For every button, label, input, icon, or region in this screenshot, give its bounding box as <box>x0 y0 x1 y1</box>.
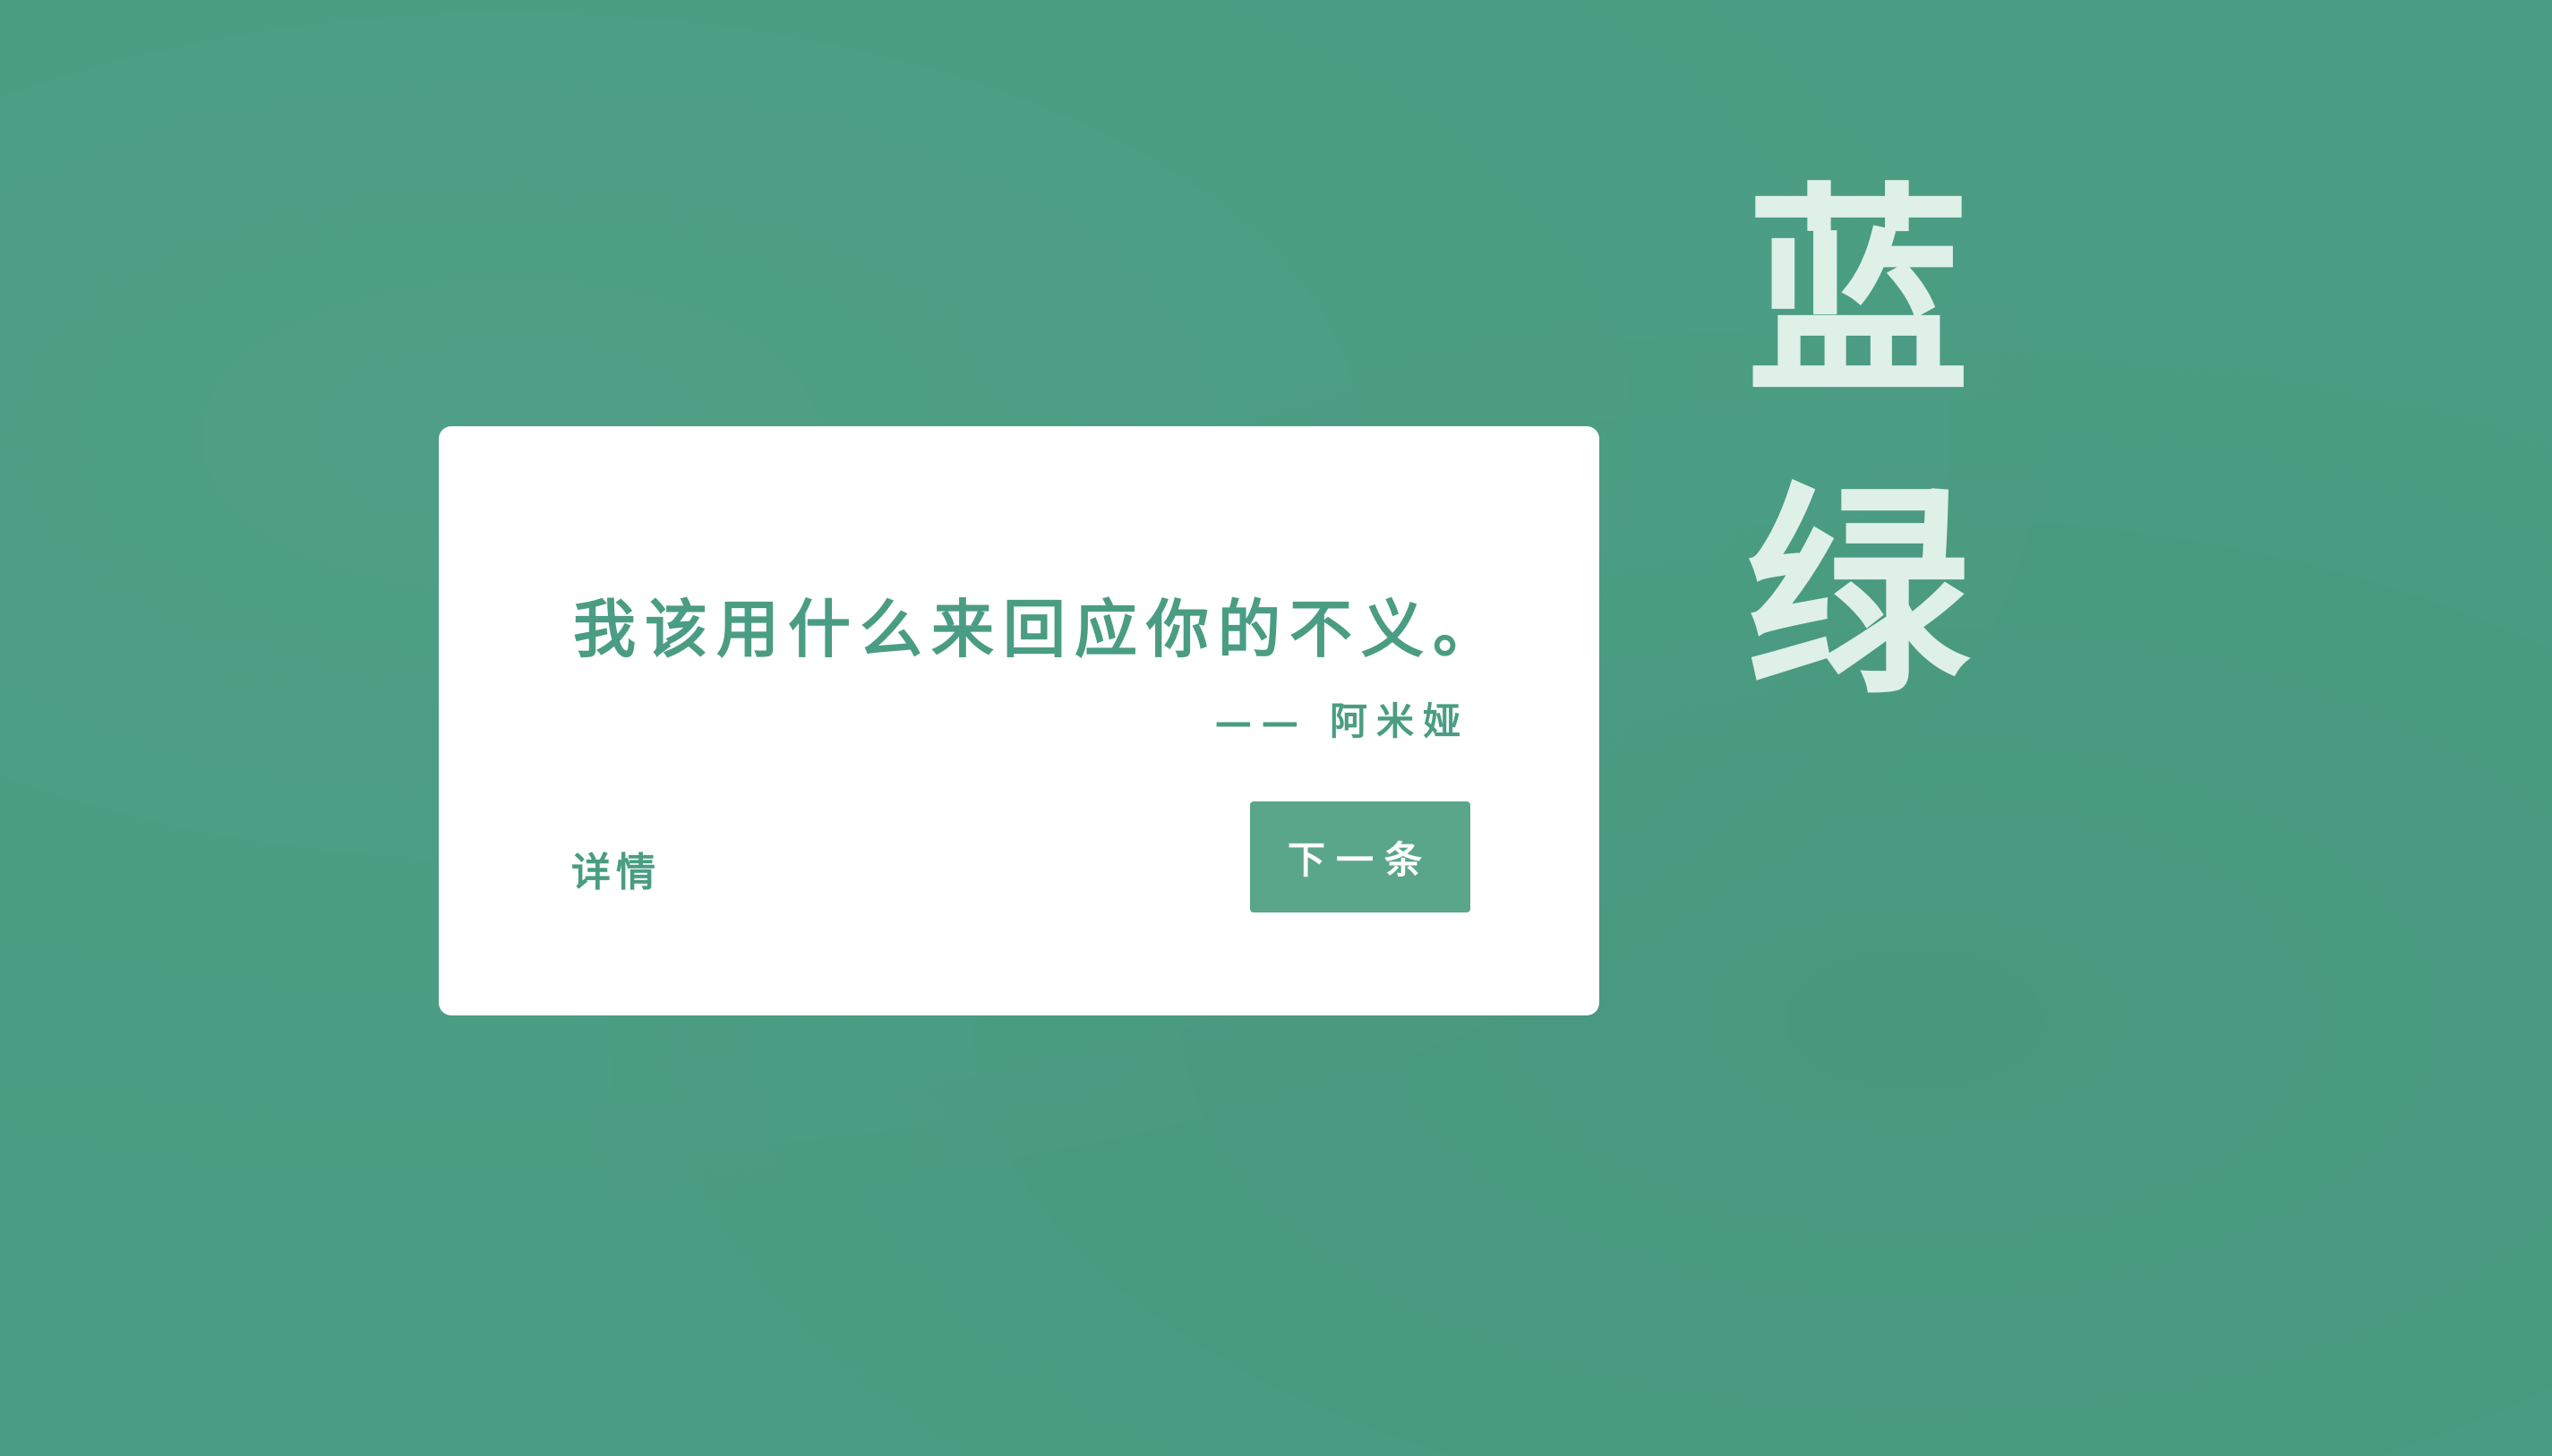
details-link[interactable]: 详情 <box>571 840 661 897</box>
color-name-char-1: 蓝 <box>1746 161 1970 424</box>
quote-author: —— 阿米娅 <box>1214 699 1469 743</box>
color-name-char-2: 绿 <box>1746 461 1970 724</box>
color-name-title: 蓝 绿 <box>1746 143 1970 743</box>
quote-card: 我该用什么来回应你的不义。 —— 阿米娅 详情 下一条 <box>439 426 1599 1015</box>
quote-text: 我该用什么来回应你的不义。 <box>573 592 1504 666</box>
next-quote-button[interactable]: 下一条 <box>1250 801 1470 912</box>
